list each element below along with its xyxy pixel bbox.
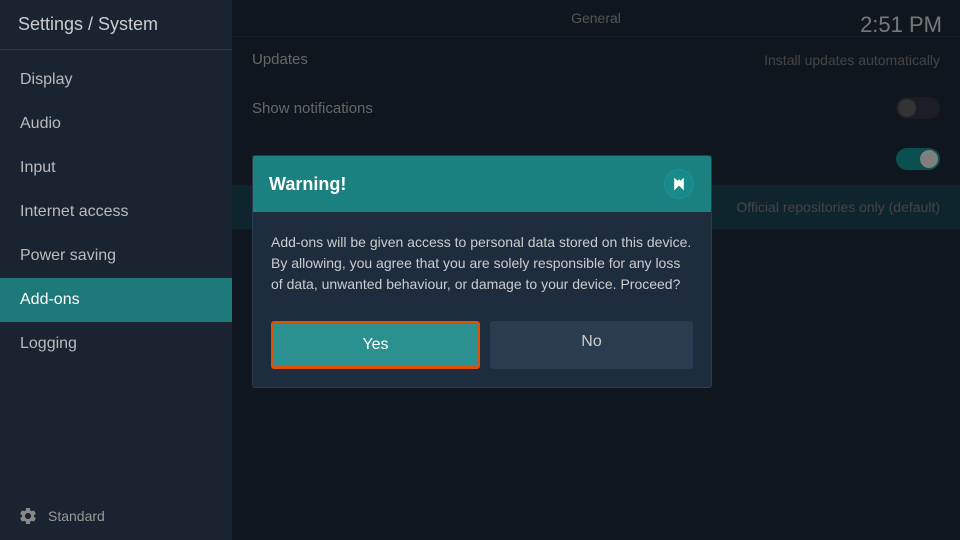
dialog-title: Warning! xyxy=(269,174,346,195)
sidebar-item-power-saving[interactable]: Power saving xyxy=(0,234,232,278)
sidebar-footer: Standard xyxy=(0,492,232,540)
sidebar-item-input[interactable]: Input xyxy=(0,146,232,190)
page-title: Settings / System xyxy=(0,0,232,50)
sidebar: Settings / System Display Audio Input In… xyxy=(0,0,232,540)
sidebar-item-internet-access[interactable]: Internet access xyxy=(0,190,232,234)
yes-button[interactable]: Yes xyxy=(271,321,480,369)
gear-icon xyxy=(18,506,38,526)
dialog-overlay: Warning! Add-ons will be given access to… xyxy=(232,0,960,540)
sidebar-item-add-ons[interactable]: Add-ons xyxy=(0,278,232,322)
no-button[interactable]: No xyxy=(490,321,693,369)
sidebar-item-display[interactable]: Display xyxy=(0,58,232,102)
dialog-title-bar: Warning! xyxy=(253,156,711,212)
dialog-buttons: Yes No xyxy=(253,311,711,387)
sidebar-item-logging[interactable]: Logging xyxy=(0,322,232,366)
kodi-logo-icon xyxy=(663,168,695,200)
dialog-body: Add-ons will be given access to personal… xyxy=(253,212,711,311)
profile-label: Standard xyxy=(48,508,105,524)
warning-dialog: Warning! Add-ons will be given access to… xyxy=(252,155,712,388)
sidebar-item-audio[interactable]: Audio xyxy=(0,102,232,146)
nav-menu: Display Audio Input Internet access Powe… xyxy=(0,50,232,492)
